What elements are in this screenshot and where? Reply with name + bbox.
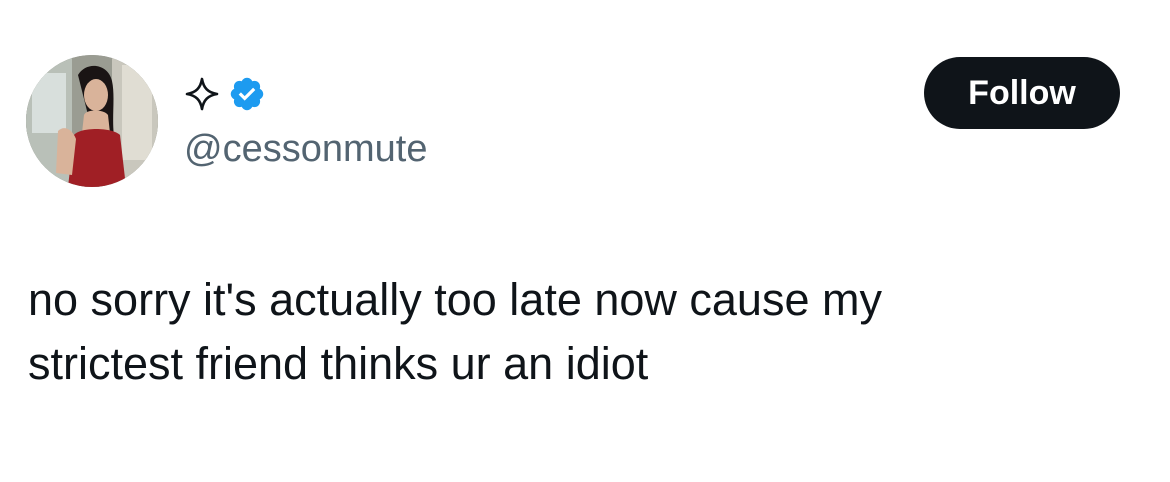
follow-button[interactable]: Follow [924, 57, 1120, 129]
avatar[interactable] [26, 55, 158, 187]
tweet-text: no sorry it's actually too late now caus… [28, 268, 1128, 396]
avatar-photo [26, 55, 158, 187]
tweet-text-line: no sorry it's actually too late now caus… [28, 274, 882, 325]
verified-badge-icon[interactable] [228, 75, 266, 113]
tweet-text-line: strictest friend thinks ur an idiot [28, 338, 649, 389]
tweet-card: @cessonmute Follow no sorry it's actuall… [0, 0, 1170, 482]
sparkle-icon [184, 76, 220, 112]
author-handle[interactable]: @cessonmute [184, 126, 427, 172]
author-name-row[interactable] [184, 74, 266, 114]
